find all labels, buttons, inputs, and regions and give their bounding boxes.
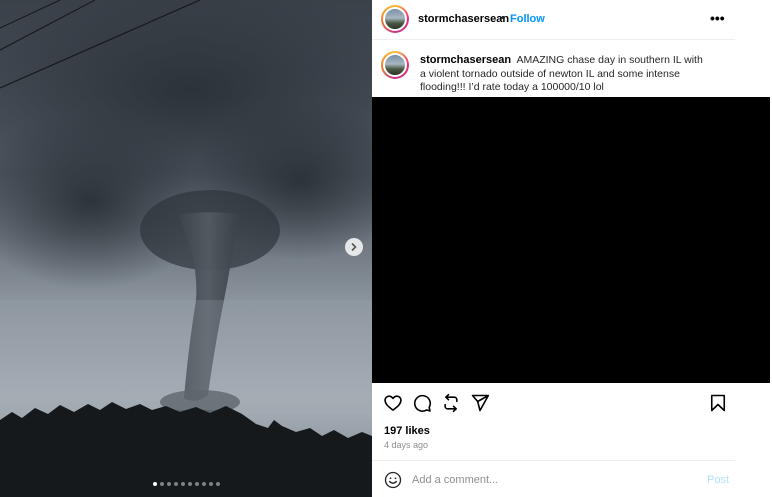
caption-avatar[interactable]	[381, 51, 409, 79]
more-options-button[interactable]: •••	[710, 10, 725, 26]
repost-icon[interactable]	[441, 393, 461, 413]
carousel-dot[interactable]	[187, 482, 192, 486]
caption-block: stormchasersean AMAZING chase day in sou…	[372, 41, 735, 97]
follow-button[interactable]: Follow	[510, 13, 545, 25]
carousel-dot[interactable]	[180, 482, 185, 486]
chevron-right-icon	[351, 243, 357, 251]
caption: stormchasersean AMAZING chase day in sou…	[420, 54, 705, 95]
heart-icon[interactable]	[383, 393, 403, 413]
tornado-photo	[0, 0, 372, 497]
caption-username[interactable]: stormchasersean	[420, 54, 511, 66]
comment-bar: Post	[372, 460, 735, 497]
action-bar	[372, 384, 735, 420]
post-timestamp[interactable]: 4 days ago	[384, 440, 428, 450]
post-panel: stormchasersean • Follow ••• stormchaser…	[372, 0, 772, 497]
carousel-dot[interactable]	[194, 482, 199, 486]
comment-input[interactable]	[412, 470, 692, 490]
bookmark-icon[interactable]	[708, 393, 728, 413]
carousel-dot[interactable]	[159, 482, 164, 486]
smiley-icon[interactable]	[384, 471, 402, 489]
header-username[interactable]: stormchasersean	[418, 13, 509, 25]
comment-bubble-icon[interactable]	[412, 393, 432, 413]
embedded-video-area[interactable]	[372, 97, 770, 383]
send-icon[interactable]	[470, 393, 490, 413]
carousel-indicator	[0, 482, 372, 486]
post-comment-button[interactable]: Post	[707, 474, 729, 486]
carousel-dot[interactable]	[152, 482, 157, 486]
likes-count[interactable]: 197 likes	[384, 425, 430, 437]
post-media[interactable]	[0, 0, 372, 497]
carousel-dot[interactable]	[166, 482, 171, 486]
post-header: stormchasersean • Follow •••	[372, 0, 735, 40]
header-separator: •	[501, 12, 505, 24]
carousel-dot[interactable]	[208, 482, 213, 486]
next-slide-button[interactable]	[345, 238, 363, 256]
carousel-dot[interactable]	[201, 482, 206, 486]
carousel-dot[interactable]	[173, 482, 178, 486]
carousel-dot[interactable]	[215, 482, 220, 486]
avatar[interactable]	[381, 5, 409, 33]
